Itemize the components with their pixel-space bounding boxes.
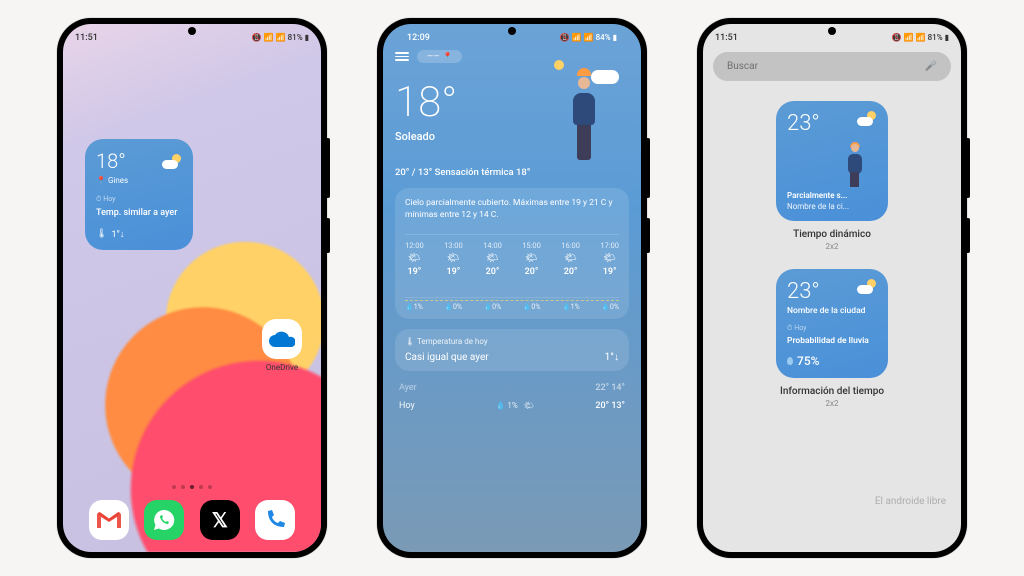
forecast-summary: Cielo parcialmente cubierto. Máximas ent… [405, 196, 619, 228]
preview-title: Información del tiempo [703, 386, 961, 397]
preview-size: 2x2 [703, 399, 961, 408]
preview-prob-label: Probabilidad de lluvia [787, 336, 877, 346]
phone-homescreen: 11:51 📵 📶 📶 81%▮ 18° 📍 Gines ⏱ Hoy Temp.… [57, 18, 327, 558]
page-indicator[interactable] [172, 485, 212, 489]
status-indicators: 📵 📶 📶 81%▮ [252, 33, 309, 42]
app-onedrive[interactable]: OneDrive [258, 319, 306, 372]
weather-hero: 18° Soleado 20° / 13° Sensación térmica … [395, 78, 629, 178]
preview-title: Tiempo dinámico [703, 229, 961, 240]
daily-forecast[interactable]: Ayer 22° 14° Hoy 💧 1% 🌤 20° 13° [395, 379, 629, 415]
daily-row: Hoy 💧 1% 🌤 20° 13° [399, 397, 625, 415]
hour-item: 17:00🌤19° [600, 241, 619, 277]
today-card-title: 🌡 Temperatura de hoy [405, 337, 619, 346]
preview-condition: Parcialmente s... [787, 191, 877, 200]
precip-row: 💧1%💧0%💧0%💧0%💧1%💧0% [405, 297, 619, 311]
partly-cloudy-icon [162, 154, 182, 169]
onedrive-icon [262, 319, 302, 359]
status-time: 11:51 [75, 33, 98, 43]
preview-size: 2x2 [703, 242, 961, 251]
preview-precip: 75% [787, 354, 877, 368]
daily-row: Ayer 22° 14° [399, 379, 625, 397]
forecast-card[interactable]: Cielo parcialmente cubierto. Máximas ent… [395, 188, 629, 319]
drop-icon [787, 357, 793, 365]
front-camera [828, 27, 836, 35]
widget-today-label: ⏱ Hoy [96, 195, 182, 204]
dock: 𝕏 [63, 500, 321, 540]
preview-temp: 23° [787, 279, 820, 304]
hour-item: 15:00🌤20° [522, 241, 541, 277]
preview-today-label: ⏱ Hoy [787, 324, 877, 333]
compare-delta: 1°↓ [605, 352, 619, 363]
hour-item: 14:00🌤20° [483, 241, 502, 277]
hour-item: 12:00🌤19° [405, 241, 424, 277]
compare-text: Casi igual que ayer [405, 352, 489, 363]
menu-icon[interactable] [395, 52, 409, 61]
watermark: El androide libre [875, 496, 946, 507]
search-placeholder: Buscar [727, 61, 758, 72]
hour-item: 16:00🌤20° [561, 241, 580, 277]
x-icon[interactable]: 𝕏 [200, 500, 240, 540]
person-illustration [787, 141, 877, 186]
today-compare-card[interactable]: 🌡 Temperatura de hoy Casi igual que ayer… [395, 329, 629, 371]
preview-city: Nombre de la ciudad [787, 306, 877, 316]
gmail-icon[interactable] [89, 500, 129, 540]
widget-summary: Temp. similar a ayer [96, 208, 182, 219]
widget-delta: 🌡 1°↓ [96, 229, 182, 240]
whatsapp-icon[interactable] [144, 500, 184, 540]
partly-cloudy-icon [857, 279, 877, 294]
front-camera [508, 27, 516, 35]
status-time: 12:09 [407, 33, 430, 43]
phone-widget-picker: 11:51 📵 📶 📶 81%▮ Buscar 🎤 23° Parcialmen… [697, 18, 967, 558]
status-indicators: 📵 📶 📶 84%▮ [560, 33, 617, 42]
hourly-forecast[interactable]: 12:00🌤19° 13:00🌤19° 14:00🌤20° 15:00🌤20° … [405, 234, 619, 277]
preview-temp: 23° [787, 111, 820, 136]
hour-item: 13:00🌤19° [444, 241, 463, 277]
preview-city: Nombre de la ci... [787, 202, 877, 211]
widget-temp: 18° [96, 149, 126, 173]
status-time: 11:51 [715, 33, 738, 43]
widget-location: 📍 Gines [96, 176, 182, 185]
front-camera [188, 27, 196, 35]
sun-icon [554, 60, 564, 70]
status-indicators: 📵 📶 📶 81%▮ [892, 33, 949, 42]
app-label: OneDrive [258, 363, 306, 372]
search-input[interactable]: Buscar 🎤 [713, 52, 951, 81]
widget-preview-dynamic[interactable]: 23° Parcialmente s... Nombre de la ci...… [703, 101, 961, 251]
partly-cloudy-icon [857, 111, 877, 126]
phone-icon[interactable] [255, 500, 295, 540]
cloud-icon [591, 70, 619, 84]
weather-widget[interactable]: 18° 📍 Gines ⏱ Hoy Temp. similar a ayer 🌡… [85, 139, 193, 250]
person-illustration [564, 83, 604, 173]
mic-icon[interactable]: 🎤 [925, 61, 937, 72]
phone-weather-app: 12:09 📵 📶 📶 84%▮ —— 📍 18° Soleado 20° / … [377, 18, 647, 558]
location-selector[interactable]: —— 📍 [417, 50, 462, 63]
widget-preview-info[interactable]: 23° Nombre de la ciudad ⏱ Hoy Probabilid… [703, 269, 961, 408]
